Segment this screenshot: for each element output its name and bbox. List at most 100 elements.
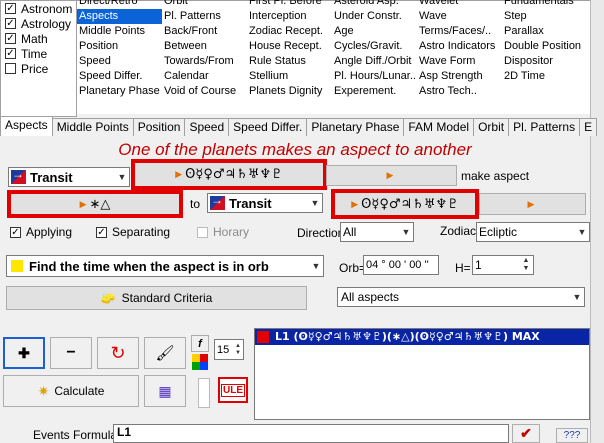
list-item[interactable]: Interception [247, 9, 325, 24]
list-item[interactable]: 2D Time [502, 69, 583, 84]
list-item[interactable]: Rule Status [247, 54, 325, 69]
add-button[interactable]: ✚ [3, 337, 45, 369]
list-item[interactable]: Position [77, 39, 162, 54]
list-item[interactable]: Zodiac Recept. [247, 24, 325, 39]
spin-input[interactable]: 15 ▲ ▼ [214, 339, 244, 360]
list-item[interactable] [502, 84, 583, 99]
chevron-down-icon: ▼ [401, 227, 411, 237]
color-button[interactable]: 🖌 [144, 337, 186, 369]
list-item[interactable]: Between [162, 39, 238, 54]
grid-column: Asteroid Asp. Under Constr. Age Cycles/Grav… [332, 0, 418, 99]
find-mode-select[interactable]: Find the time when the aspect is in orb … [6, 255, 324, 277]
orb-value: 04 ° 00 ' 00 '' [366, 259, 429, 271]
list-item[interactable]: Wave [417, 9, 497, 24]
events-formula-input[interactable]: L1 [113, 424, 509, 443]
list-item[interactable]: Under Constr. [332, 9, 418, 24]
list-item[interactable]: Calendar [162, 69, 238, 84]
help-label: ??? [563, 430, 581, 441]
ule-button[interactable]: ULE [218, 377, 248, 403]
source-combo[interactable]: Transit ▼ [8, 167, 130, 187]
aspects-button[interactable]: ▶ ∗△ [7, 190, 183, 218]
list-item[interactable]: Age [332, 24, 418, 39]
list-item[interactable]: Astro Indicators [417, 39, 497, 54]
tab-speed-differ-[interactable]: Speed Differ. [228, 118, 308, 136]
separating-checkbox[interactable]: ✓ Separating [96, 225, 170, 239]
planets-button-2[interactable]: ▶ [326, 165, 457, 186]
category-checkbox-0[interactable]: ✓ Astronom [5, 1, 76, 16]
planets-label-1: ʘ☿♀♂♃♄♅♆♇ [185, 167, 283, 182]
list-item[interactable]: Planetary Phase [77, 84, 162, 99]
remove-button[interactable]: − [50, 337, 92, 369]
result-list[interactable]: L1 (ʘ☿♀♂♃♄♅♆♇)(∗△)(ʘ☿♀♂♃♄♅♆♇) MAX [254, 328, 590, 420]
tab-planetary-phase[interactable]: Planetary Phase [306, 118, 405, 136]
standard-criteria-button[interactable]: 🧽 Standard Criteria [6, 286, 307, 310]
list-item[interactable]: Direct/Retro [77, 0, 162, 9]
list-item[interactable]: Speed Differ. [77, 69, 162, 84]
palette-icon[interactable] [192, 354, 208, 370]
category-checkbox-2[interactable]: ✓ Math [5, 31, 76, 46]
horary-checkbox[interactable]: Horary [197, 225, 249, 239]
orb-input[interactable]: 04 ° 00 ' 00 '' [363, 255, 439, 275]
list-item[interactable]: Aspects [77, 9, 162, 24]
list-item[interactable]: L1 (ʘ☿♀♂♃♄♅♆♇)(∗△)(ʘ☿♀♂♃♄♅♆♇) MAX [255, 329, 589, 345]
list-item[interactable]: Parallax [502, 24, 583, 39]
blank-toggle[interactable] [198, 378, 210, 408]
make-aspect-label: make aspect [461, 169, 530, 183]
tab-position[interactable]: Position [132, 118, 186, 136]
list-item[interactable]: Speed [77, 54, 162, 69]
zodiac-select[interactable]: Ecliptic ▼ [476, 222, 590, 242]
list-item[interactable]: Middle Points [77, 24, 162, 39]
list-item[interactable]: Step [502, 9, 583, 24]
h-input[interactable]: 1 ▲ ▼ [472, 255, 534, 275]
aspect-filter-select[interactable]: All aspects ▼ [337, 287, 585, 307]
chart-icon: ▦ [158, 382, 172, 399]
list-item[interactable]: Stellium [247, 69, 325, 84]
target-value: Transit [229, 195, 272, 211]
list-item[interactable]: Experement. [332, 84, 418, 99]
list-item[interactable]: First Pl. Before [247, 0, 325, 9]
tab-aspects[interactable]: Aspects [0, 116, 53, 136]
list-item[interactable]: Angle Diff./Orbit [332, 54, 418, 69]
category-checkbox-4[interactable]: Price [5, 61, 76, 76]
planets-button-1[interactable]: ▶ ʘ☿♀♂♃♄♅♆♇ [131, 159, 327, 190]
chart-button[interactable]: ▦ [144, 375, 186, 407]
applying-checkbox[interactable]: ✓ Applying [10, 225, 72, 239]
tab-orbit[interactable]: Orbit [473, 118, 510, 136]
category-checkbox-1[interactable]: ✓ Astrology [5, 16, 76, 31]
list-item[interactable]: Cycles/Gravit. [332, 39, 418, 54]
planets-button-4[interactable]: ▶ [479, 193, 586, 215]
transit-icon [11, 167, 26, 184]
tab-middle-points[interactable]: Middle Points [51, 118, 134, 136]
calculate-button[interactable]: ✷ Calculate [3, 375, 139, 407]
list-item[interactable]: House Recept. [247, 39, 325, 54]
list-item[interactable]: Terms/Faces/.. [417, 24, 497, 39]
refresh-button[interactable]: ↻ [97, 337, 139, 369]
target-combo[interactable]: Transit ▼ [207, 193, 323, 213]
list-item[interactable]: Towards/From [162, 54, 238, 69]
help-button[interactable]: ??? [556, 428, 588, 443]
list-item[interactable]: Astro Tech.. [417, 84, 497, 99]
list-item[interactable]: Void of Course [162, 84, 238, 99]
list-item[interactable]: Pl. Patterns [162, 9, 238, 24]
formula-button[interactable]: f [191, 335, 209, 352]
list-item[interactable]: Pl. Hours/Lunar.. [332, 69, 418, 84]
tab-fam-model[interactable]: FAM Model [403, 118, 475, 136]
list-item[interactable]: Asteroid Asp. [332, 0, 418, 9]
tab-pl-patterns[interactable]: Pl. Patterns [508, 118, 581, 136]
category-checkbox-3[interactable]: ✓ Time [5, 46, 76, 61]
list-item[interactable]: Fundamentals [502, 0, 583, 9]
standard-criteria-label: Standard Criteria [121, 291, 213, 305]
planets-button-3[interactable]: ▶ ʘ☿♀♂♃♄♅♆♇ [331, 189, 479, 219]
list-item[interactable]: Back/Front [162, 24, 238, 39]
list-item[interactable]: Dispositor [502, 54, 583, 69]
confirm-button[interactable]: ✔ [512, 424, 540, 443]
tab-speed[interactable]: Speed [184, 118, 230, 136]
list-item[interactable]: Planets Dignity [247, 84, 325, 99]
list-item[interactable]: Double Position [502, 39, 583, 54]
direction-select[interactable]: All ▼ [340, 222, 414, 242]
list-item[interactable]: Orbit [162, 0, 238, 9]
list-item[interactable]: Asp Strength [417, 69, 497, 84]
list-item[interactable]: Wavelet [417, 0, 497, 9]
list-item[interactable]: Wave Form [417, 54, 497, 69]
tab-e[interactable]: E [579, 118, 598, 136]
